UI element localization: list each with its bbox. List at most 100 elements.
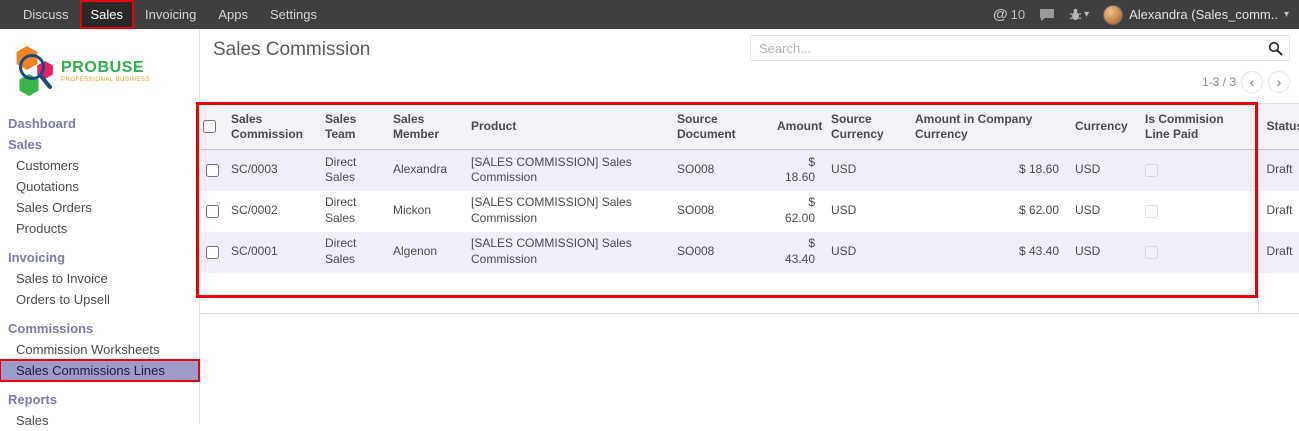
is-paid-checkbox xyxy=(1145,205,1158,218)
page-title: Sales Commission xyxy=(213,39,370,61)
cell-source-document: SO008 xyxy=(669,232,769,273)
cell-amount-company: $ 62.00 xyxy=(907,191,1067,232)
messages-icon[interactable] xyxy=(1039,8,1055,22)
main-content: Sales Commission 1-3 / 3 ‹ › Sales Commi… xyxy=(201,29,1299,424)
debug-caret-icon: ▾ xyxy=(1084,9,1089,20)
col-product: Product xyxy=(463,104,669,150)
cell-source-currency: USD xyxy=(823,150,907,191)
sidebar-item-quotations[interactable]: Quotations xyxy=(0,176,199,197)
cell-amount: $ 18.60 xyxy=(769,150,823,191)
mention-icon: @ xyxy=(993,6,1008,23)
cell-amount: $ 62.00 xyxy=(769,191,823,232)
col-amount: Amount xyxy=(769,104,823,150)
menu-apps[interactable]: Apps xyxy=(207,0,259,29)
brand-name: PROBUSE xyxy=(61,59,150,77)
table-row[interactable]: SC/0002 Direct Sales Mickon [SALES COMMI… xyxy=(201,191,1299,232)
sidebar-header-reports[interactable]: Reports xyxy=(0,389,199,410)
is-paid-checkbox xyxy=(1145,246,1158,259)
sidebar-header-dashboard[interactable]: Dashboard xyxy=(0,113,199,134)
status-badge: Draft xyxy=(1258,191,1299,232)
menu-discuss[interactable]: Discuss xyxy=(12,0,80,29)
table-row[interactable]: SC/0001 Direct Sales Algenon [SALES COMM… xyxy=(201,232,1299,273)
row-checkbox[interactable] xyxy=(206,205,219,218)
search-box xyxy=(750,35,1290,61)
col-currency: Currency xyxy=(1067,104,1137,150)
cell-sales-team: Direct Sales xyxy=(317,150,385,191)
pager-next-button[interactable]: › xyxy=(1268,71,1290,93)
sidebar-item-sales-to-invoice[interactable]: Sales to Invoice xyxy=(0,268,199,289)
user-caret-icon: ▾ xyxy=(1284,9,1289,20)
cell-sales-team: Direct Sales xyxy=(317,232,385,273)
status-badge: Draft xyxy=(1258,232,1299,273)
cell-source-document: SO008 xyxy=(669,150,769,191)
top-navbar: Discuss Sales Invoicing Apps Settings @ … xyxy=(0,0,1299,29)
cell-currency: USD xyxy=(1067,150,1137,191)
avatar xyxy=(1103,5,1123,25)
commission-lines-table: Sales Commission Sales Team Sales Member… xyxy=(201,103,1299,314)
cell-amount: $ 43.40 xyxy=(769,232,823,273)
mention-count: 10 xyxy=(1011,7,1025,22)
menu-settings[interactable]: Settings xyxy=(259,0,328,29)
select-all-checkbox[interactable] xyxy=(203,120,216,133)
col-is-commission-line-paid: Is Commision Line Paid xyxy=(1137,104,1258,150)
topbar-right: @ 10 ▾ Alexandra (Sales_comm.. ▾ xyxy=(993,0,1299,29)
sidebar-item-customers[interactable]: Customers xyxy=(0,155,199,176)
brand-tagline: PROFESSIONAL BUSINESS xyxy=(61,77,150,83)
cell-product: [SALES COMMISSION] Sales Commission xyxy=(463,150,669,191)
col-sales-team: Sales Team xyxy=(317,104,385,150)
brand-logo: PROBUSE PROFESSIONAL BUSINESS xyxy=(0,29,199,111)
menu-sales[interactable]: Sales xyxy=(80,0,135,29)
sidebar-header-sales[interactable]: Sales xyxy=(0,134,199,155)
col-sales-commission: Sales Commission xyxy=(223,104,317,150)
is-paid-checkbox xyxy=(1145,164,1158,177)
sidebar: PROBUSE PROFESSIONAL BUSINESS Dashboard … xyxy=(0,29,200,424)
table-row[interactable]: SC/0003 Direct Sales Alexandra [SALES CO… xyxy=(201,150,1299,191)
sidebar-nav: Dashboard Sales Customers Quotations Sal… xyxy=(0,113,199,431)
col-source-document: Source Document xyxy=(669,104,769,150)
status-badge: Draft xyxy=(1258,150,1299,191)
brand-logo-icon xyxy=(12,43,56,99)
cell-product: [SALES COMMISSION] Sales Commission xyxy=(463,191,669,232)
col-amount-company-currency: Amount in Company Currency xyxy=(907,104,1067,150)
sidebar-item-sales-orders[interactable]: Sales Orders xyxy=(0,197,199,218)
cell-amount-company: $ 43.40 xyxy=(907,232,1067,273)
search-input[interactable] xyxy=(751,41,1261,56)
search-icon[interactable] xyxy=(1261,41,1289,56)
col-source-currency: Source Currency xyxy=(823,104,907,150)
cell-source-document: SO008 xyxy=(669,191,769,232)
cell-source-currency: USD xyxy=(823,191,907,232)
sidebar-item-orders-to-upsell[interactable]: Orders to Upsell xyxy=(0,289,199,310)
sidebar-header-invoicing[interactable]: Invoicing xyxy=(0,247,199,268)
sidebar-item-sales-commissions-lines[interactable]: Sales Commissions Lines xyxy=(0,360,199,381)
sidebar-header-commissions[interactable]: Commissions xyxy=(0,318,199,339)
cell-sales-commission: SC/0002 xyxy=(223,191,317,232)
table-header-row: Sales Commission Sales Team Sales Member… xyxy=(201,104,1299,150)
sidebar-item-reports-sales[interactable]: Sales xyxy=(0,410,199,431)
cell-sales-member: Mickon xyxy=(385,191,463,232)
table-empty-row xyxy=(201,273,1299,314)
row-checkbox[interactable] xyxy=(206,246,219,259)
cell-sales-commission: SC/0003 xyxy=(223,150,317,191)
sidebar-item-commission-worksheets[interactable]: Commission Worksheets xyxy=(0,339,199,360)
cell-sales-commission: SC/0001 xyxy=(223,232,317,273)
cell-currency: USD xyxy=(1067,191,1137,232)
sidebar-item-products[interactable]: Products xyxy=(0,218,199,239)
cell-currency: USD xyxy=(1067,232,1137,273)
col-status: Status xyxy=(1258,104,1299,150)
cell-amount-company: $ 18.60 xyxy=(907,150,1067,191)
pager: 1-3 / 3 ‹ › xyxy=(1202,71,1290,93)
pager-prev-button[interactable]: ‹ xyxy=(1241,71,1263,93)
cell-source-currency: USD xyxy=(823,232,907,273)
menu-invoicing[interactable]: Invoicing xyxy=(134,0,207,29)
col-sales-member: Sales Member xyxy=(385,104,463,150)
user-menu[interactable]: Alexandra (Sales_comm.. ▾ xyxy=(1103,5,1289,25)
cell-sales-member: Algenon xyxy=(385,232,463,273)
cell-sales-team: Direct Sales xyxy=(317,191,385,232)
mention-counter[interactable]: @ 10 xyxy=(993,6,1025,23)
row-checkbox[interactable] xyxy=(206,164,219,177)
brand-text: PROBUSE PROFESSIONAL BUSINESS xyxy=(61,59,150,83)
cell-sales-member: Alexandra xyxy=(385,150,463,191)
pager-range: 1-3 / 3 xyxy=(1202,75,1236,89)
debug-icon[interactable]: ▾ xyxy=(1069,8,1089,21)
user-name: Alexandra (Sales_comm.. xyxy=(1129,7,1278,22)
